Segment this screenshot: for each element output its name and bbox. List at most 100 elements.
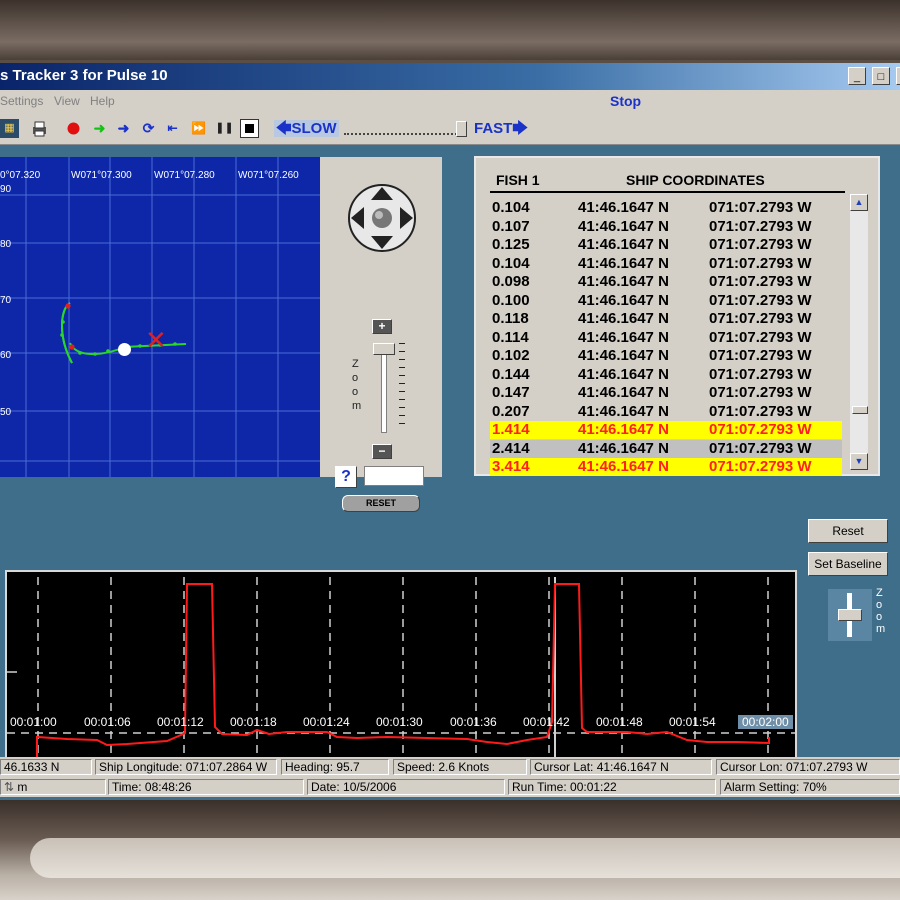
fish-value: 0.147 [492,384,530,401]
time-label: 00:01:54 [669,715,716,729]
coordinates-row[interactable]: 0.104 41:46.1647 N 071:07.2793 W [490,255,842,273]
lat-label: 80 [0,239,12,250]
coordinates-row[interactable]: 0.102 41:46.1647 N 071:07.2793 W [490,347,842,365]
signal-graph-svg [7,577,795,770]
longitude-value: 071:07.2793 W [709,347,812,364]
heading: Heading: 95.7 [281,759,389,775]
speed-slider-track[interactable] [344,125,464,135]
lat-label: 60 [0,350,12,361]
coordinates-row[interactable]: 3.414 41:46.1647 N 071:07.2793 W [490,458,842,476]
map-zoom-ticks [399,343,405,431]
zoom-label: Zoom [352,358,362,412]
menu-bar: Settings View Help Stop [0,90,900,112]
minimize-button[interactable]: _ [848,67,866,85]
fast-forward-icon[interactable]: ⏩ [189,119,208,138]
longitude-value: 071:07.2793 W [709,458,812,475]
speed: Speed: 2.6 Knots [393,759,527,775]
lon-label: 0°07.320 [0,170,41,181]
longitude-value: 071:07.2793 W [709,365,812,383]
scroll-down-arrow-icon[interactable]: ▼ [850,453,868,470]
close-button[interactable]: × [896,67,900,85]
graph-reset-button[interactable]: Reset [808,519,888,543]
latitude-value: 41:46.1647 N [578,217,669,235]
graph-zoom-thumb[interactable] [838,609,862,621]
display-icon[interactable]: ▦ [0,119,19,138]
scroll-up-arrow-icon[interactable]: ▲ [850,194,868,211]
coordinates-panel: FISH 1 SHIP COORDINATES 0.104 41:46.1647 … [474,156,880,476]
menu-settings[interactable]: Settings [0,94,43,108]
record-icon[interactable] [64,119,83,138]
menu-view[interactable]: View [54,94,80,108]
longitude-value: 071:07.2793 W [709,439,812,457]
map-zoom-thumb[interactable] [373,343,395,355]
fish-value: 0.125 [492,236,530,253]
coordinates-row[interactable]: 0.147 41:46.1647 N 071:07.2793 W [490,384,842,402]
time-label: 00:01:36 [450,715,497,729]
signal-graph[interactable] [5,570,797,776]
coordinates-table: FISH 1 SHIP COORDINATES 0.104 41:46.1647 … [486,166,848,476]
lat-label: 50 [0,407,12,418]
depth-field: ⇅ m [0,779,106,795]
time-label: 00:01:00 [10,715,57,729]
menu-help[interactable]: Help [90,94,115,108]
coordinates-row[interactable]: 0.104 41:46.1647 N 071:07.2793 W [490,199,842,217]
coordinates-row[interactable]: 0.114 41:46.1647 N 071:07.2793 W [490,329,842,347]
fish-value: 0.104 [492,199,530,216]
stop-icon[interactable] [240,119,259,138]
pause-icon[interactable]: ❚❚ [215,119,234,138]
map-input-field[interactable] [364,466,424,486]
skip-back-icon[interactable]: ⇤ [163,119,182,138]
fish-value: 0.107 [492,217,530,235]
zoom-in-button[interactable]: + [372,319,392,334]
lon-label: W071°07.260 [238,170,299,181]
alarm-setting: Alarm Setting: 70% [720,779,900,795]
fast-label[interactable]: FAST🡆 [474,118,528,143]
graph-zoom-slider[interactable] [828,589,872,641]
fish-value: 2.414 [492,439,530,457]
track-map[interactable]: ✕ 0°07.320 W071°07.300 W071°07.280 W071°… [0,157,320,477]
latitude-value: 41:46.1647 N [578,254,669,272]
coordinates-row[interactable]: 0.118 41:46.1647 N 071:07.2793 W [490,310,842,328]
coordinates-scrollbar[interactable]: ▲ ▼ [850,194,868,470]
ship-latitude: 46.1633 N [0,759,92,775]
coordinates-row[interactable]: 1.414 41:46.1647 N 071:07.2793 W [490,421,842,439]
latitude-value: 41:46.1647 N [578,421,669,438]
latitude-value: 41:46.1647 N [578,439,669,457]
map-zoom-slider[interactable] [365,343,409,433]
fish-value: 0.144 [492,365,530,383]
map-reset-button[interactable]: RESET [342,495,420,512]
slow-text: SLOW [291,120,337,137]
refresh-icon[interactable]: ⟳ [139,119,158,138]
speed-slider-thumb[interactable] [456,121,467,137]
time: Time: 08:48:26 [108,779,304,795]
coordinates-row[interactable]: 0.144 41:46.1647 N 071:07.2793 W [490,366,842,384]
longitude-value: 071:07.2793 W [709,254,812,272]
depth-value: m [17,780,28,794]
slow-label[interactable]: 🡄SLOW [274,118,339,143]
cursor-latitude: Cursor Lat: 41:46.1647 N [530,759,712,775]
scroll-thumb[interactable] [852,406,868,414]
maximize-button[interactable]: □ [872,67,890,85]
set-baseline-button[interactable]: Set Baseline [808,552,888,576]
ship-position-marker [118,343,131,356]
latitude-value: 41:46.1647 N [578,384,669,401]
step-forward-icon[interactable]: ➜ [114,119,133,138]
longitude-value: 071:07.2793 W [709,273,812,290]
time-label-current: 00:02:00 [738,715,793,729]
forward-green-icon[interactable]: ➜ [90,119,109,138]
print-icon[interactable] [30,119,49,138]
coordinates-row[interactable]: 0.207 41:46.1647 N 071:07.2793 W [490,403,842,421]
date: Date: 10/5/2006 [307,779,505,795]
latitude-value: 41:46.1647 N [578,328,669,346]
zoom-out-button[interactable]: − [372,444,392,459]
pan-control-icon[interactable] [347,183,417,253]
coordinates-row[interactable]: 0.098 41:46.1647 N 071:07.2793 W [490,273,842,291]
coordinates-row[interactable]: 0.100 41:46.1647 N 071:07.2793 W [490,292,842,310]
coordinates-row[interactable]: 0.125 41:46.1647 N 071:07.2793 W [490,236,842,254]
latitude-value: 41:46.1647 N [578,236,669,253]
latitude-value: 41:46.1647 N [578,273,669,290]
help-button[interactable]: ? [335,466,357,488]
coordinates-row[interactable]: 2.414 41:46.1647 N 071:07.2793 W [490,439,842,458]
app-window: s Tracker 3 for Pulse 10 _ □ × Settings … [0,63,900,800]
coordinates-row[interactable]: 0.107 41:46.1647 N 071:07.2793 W [490,218,842,236]
